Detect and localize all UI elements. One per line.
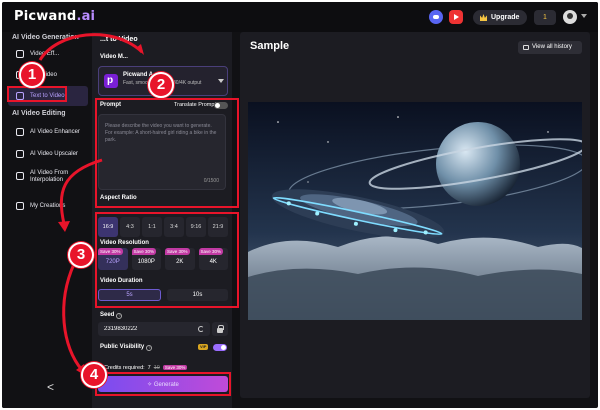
upgrade-label: Upgrade [491, 14, 520, 21]
collapse-sidebar-button[interactable]: < [47, 380, 54, 394]
seed-input[interactable] [98, 322, 188, 336]
seed-label: Seed? [100, 312, 123, 319]
chevron-down-icon[interactable] [581, 14, 587, 18]
step-badge-1: 1 [19, 62, 45, 88]
model-label: Video M... [100, 54, 128, 60]
sidebar-item-video-enhancer[interactable]: AI Video Enhancer [8, 122, 88, 142]
discord-icon[interactable] [429, 10, 443, 24]
help-icon[interactable]: ? [116, 313, 123, 319]
sidebar-item-label: Video Eff... [30, 50, 60, 57]
crown-icon [480, 14, 487, 21]
lock-seed-button[interactable] [212, 322, 228, 336]
highlight-generate-button [95, 372, 231, 396]
youtube-icon[interactable] [449, 10, 463, 24]
credits-value: 1 [543, 14, 547, 21]
enhancer-icon [16, 128, 24, 136]
highlight-prompt-section [95, 98, 239, 208]
section-ai-video-generation: AI Video Generation [12, 34, 79, 41]
credits-old-value: 10 [153, 365, 160, 371]
sidebar-item-video-effects[interactable]: Video Eff... [8, 44, 88, 64]
sidebar-item-frame-interpolation[interactable]: AI Video From Interpolation [8, 166, 88, 188]
sidebar-item-label: AI Video From Interpolation [30, 170, 69, 183]
credits-required-value: 7 [147, 365, 151, 371]
public-visibility-label: Public Visibility? [100, 344, 153, 351]
credits-label: Credits required: [104, 365, 145, 371]
interpolation-icon [16, 172, 24, 180]
history-label: View all history [532, 44, 572, 50]
visibility-label-text: Public Visibility [100, 344, 145, 350]
top-bar: Picwand.ai Upgrade 1 [2, 2, 598, 32]
step-badge-2: 2 [148, 72, 174, 98]
avatar[interactable] [563, 10, 577, 24]
chevron-down-icon [218, 79, 224, 83]
sidebar-item-video-upscaler[interactable]: AI Video Upscaler [8, 144, 88, 164]
seed-label-text: Seed [100, 312, 115, 318]
logo-text: Picwand [14, 9, 77, 24]
public-visibility-toggle[interactable] [213, 344, 227, 351]
sidebar-item-my-creations[interactable]: My Creations [8, 196, 88, 216]
vip-badge: VIP [198, 344, 209, 350]
highlight-text-to-video [7, 86, 67, 102]
step-badge-3: 3 [68, 242, 94, 268]
form-title: ...t to Video [100, 36, 138, 43]
sample-video-preview[interactable] [248, 102, 582, 320]
credits-counter[interactable]: 1 [534, 10, 556, 25]
effects-icon [16, 50, 24, 58]
upgrade-button[interactable]: Upgrade [473, 10, 527, 25]
sidebar-item-label: My Creations [30, 202, 66, 209]
history-icon [523, 45, 529, 50]
refresh-icon[interactable] [198, 326, 204, 332]
folder-icon [16, 202, 24, 210]
view-all-history-button[interactable]: View all history [518, 41, 582, 54]
model-logo-icon [104, 74, 118, 88]
save-badge: Save 30% [162, 365, 188, 370]
picwand-logo[interactable]: Picwand.ai [14, 9, 95, 24]
upscaler-icon [16, 150, 24, 158]
logo-ai-text: .ai [76, 9, 96, 24]
sample-panel: Sample View all history [240, 32, 590, 398]
sidebar-item-label: AI Video Enhancer [30, 128, 80, 135]
section-ai-video-editing: AI Video Editing [12, 110, 66, 117]
sample-title: Sample [250, 40, 290, 52]
credits-required: Credits required: 7 10 Save 30% [104, 365, 188, 371]
help-icon[interactable]: ? [146, 345, 153, 351]
highlight-settings-section [95, 212, 239, 308]
app-window: Picwand.ai Upgrade 1 AI Video Generation… [2, 2, 598, 408]
sidebar-item-label: AI Video Upscaler [30, 150, 78, 157]
step-badge-4: 4 [81, 362, 107, 388]
seed-field [98, 322, 210, 336]
